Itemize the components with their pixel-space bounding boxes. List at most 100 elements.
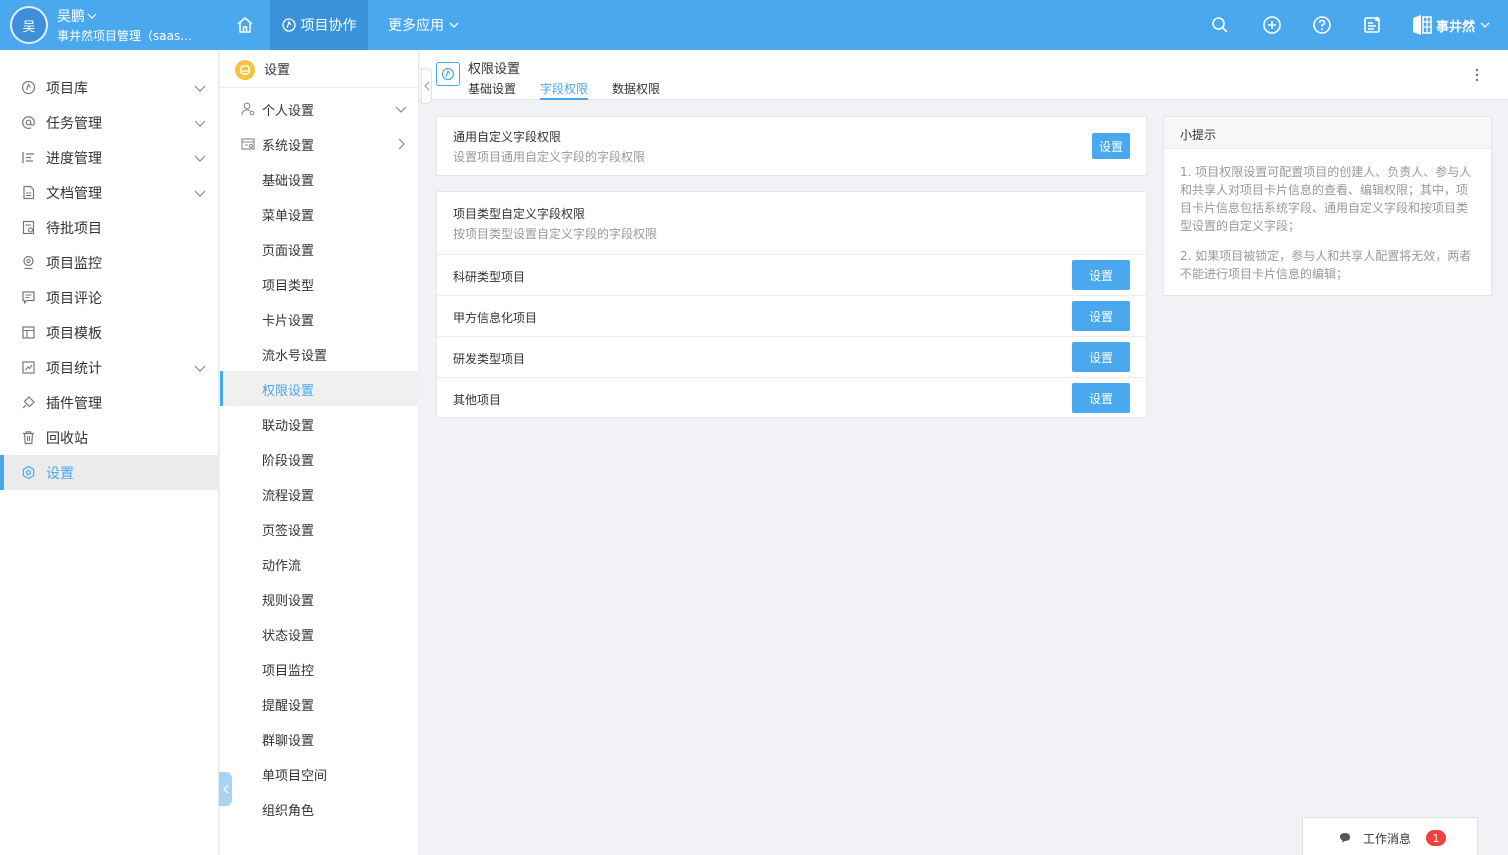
nav-project-collab[interactable]: 项目协作 bbox=[270, 0, 368, 50]
sidebar-item-label: 插件管理 bbox=[46, 395, 102, 412]
tab-basic-settings[interactable]: 基础设置 bbox=[468, 80, 516, 100]
card-description: 设置项目通用自定义字段的字段权限 bbox=[453, 150, 646, 164]
sidebar-item-pending-approval[interactable]: 待批项目 bbox=[0, 210, 219, 245]
submenu-item-card[interactable]: 卡片设置 bbox=[220, 301, 419, 336]
brand-name: 事井然 bbox=[1436, 19, 1476, 35]
search-icon[interactable] bbox=[1210, 15, 1230, 35]
sidebar-item-trash[interactable]: 回收站 bbox=[0, 420, 219, 455]
submenu-item-rules[interactable]: 规则设置 bbox=[220, 581, 419, 616]
submenu-item-tabs[interactable]: 页签设置 bbox=[220, 511, 419, 546]
document-icon bbox=[23, 185, 35, 200]
sidebar-collapse-handle[interactable] bbox=[219, 772, 232, 806]
list-item: 其他项目 设置 bbox=[437, 377, 1146, 418]
submenu-item-permissions[interactable]: 权限设置 bbox=[220, 371, 419, 406]
type-setting-button[interactable]: 设置 bbox=[1072, 342, 1130, 372]
project-type-label: 研发类型项目 bbox=[453, 352, 526, 366]
submenu-item-status[interactable]: 状态设置 bbox=[220, 616, 419, 651]
sidebar-item-progress[interactable]: 进度管理 bbox=[0, 140, 219, 175]
sidebar-item-plugins[interactable]: 插件管理 bbox=[0, 385, 219, 420]
sidebar-item-templates[interactable]: 项目模板 bbox=[0, 315, 219, 350]
submenu-item-label: 页签设置 bbox=[262, 524, 315, 539]
submenu-item-linkage[interactable]: 联动设置 bbox=[220, 406, 419, 441]
nav-home[interactable] bbox=[222, 0, 268, 50]
submenu-item-page[interactable]: 页面设置 bbox=[220, 231, 419, 266]
work-messages-button[interactable]: 工作消息 1 bbox=[1302, 817, 1478, 855]
general-field-permission-card: 通用自定义字段权限 设置项目通用自定义字段的字段权限 设置 bbox=[436, 116, 1147, 176]
workspace-name[interactable]: 事井然项目管理（saas... bbox=[57, 27, 197, 44]
sidebar-item-settings[interactable]: 设置 bbox=[0, 455, 219, 490]
type-setting-button[interactable]: 设置 bbox=[1072, 301, 1130, 331]
tab-field-permissions[interactable]: 字段权限 bbox=[540, 80, 589, 100]
list-item: 研发类型项目 设置 bbox=[437, 336, 1146, 377]
submenu-item-group-chat[interactable]: 群聊设置 bbox=[220, 721, 419, 756]
submenu-item-process[interactable]: 流程设置 bbox=[220, 476, 419, 511]
submenu-item-label: 组织角色 bbox=[262, 804, 315, 819]
user-settings-icon bbox=[241, 102, 255, 116]
submenu-item-project-space[interactable]: 单项目空间 bbox=[220, 756, 419, 791]
avatar[interactable]: 吴 bbox=[10, 6, 48, 44]
progress-icon bbox=[22, 152, 34, 163]
sidebar-item-label: 任务管理 bbox=[46, 115, 102, 132]
sidebar-item-label: 项目评论 bbox=[46, 290, 102, 307]
submenu-item-label: 权限设置 bbox=[262, 384, 315, 399]
template-icon bbox=[22, 326, 35, 339]
notice-icon[interactable] bbox=[1362, 15, 1382, 35]
card-title: 通用自定义字段权限 bbox=[453, 130, 562, 144]
submenu-group-personal[interactable]: 个人设置 bbox=[220, 91, 419, 126]
general-setting-button[interactable]: 设置 bbox=[1092, 133, 1130, 159]
submenu-item-label: 单项目空间 bbox=[262, 769, 328, 784]
project-library-icon bbox=[21, 80, 36, 95]
submenu-item-label: 联动设置 bbox=[262, 419, 315, 434]
tip-text: 1. 项目权限设置可配置项目的创建人、负责人、参与人和共享人对项目卡片信息的查看… bbox=[1180, 165, 1472, 233]
submenu-item-reminder[interactable]: 提醒设置 bbox=[220, 686, 419, 721]
at-icon bbox=[22, 116, 35, 129]
type-setting-button[interactable]: 设置 bbox=[1072, 383, 1130, 413]
settings-app-icon bbox=[235, 60, 255, 80]
page-title: 权限设置 bbox=[468, 62, 521, 77]
submenu-item-label: 规则设置 bbox=[262, 594, 315, 609]
submenu-item-project-type[interactable]: 项目类型 bbox=[220, 266, 419, 301]
more-vertical-icon[interactable] bbox=[1472, 68, 1482, 82]
submenu-item-label: 项目类型 bbox=[262, 279, 315, 294]
sidebar-item-project-library[interactable]: 项目库 bbox=[0, 70, 219, 105]
submenu-item-stage[interactable]: 阶段设置 bbox=[220, 441, 419, 476]
chevron-down-icon bbox=[449, 22, 459, 28]
help-icon[interactable] bbox=[1312, 15, 1332, 35]
tips-panel: 小提示 1. 项目权限设置可配置项目的创建人、负责人、参与人和共享人对项目卡片信… bbox=[1163, 116, 1492, 296]
submenu-item-org-roles[interactable]: 组织角色 bbox=[220, 791, 419, 826]
sidebar-item-statistics[interactable]: 项目统计 bbox=[0, 350, 219, 385]
sidebar-item-label: 设置 bbox=[46, 465, 74, 482]
message-icon bbox=[1340, 833, 1350, 843]
submenu-collapse-toggle[interactable] bbox=[421, 68, 432, 104]
submenu-group-label: 个人设置 bbox=[262, 104, 315, 119]
submenu-title: 设置 bbox=[264, 63, 291, 78]
sidebar-item-tasks[interactable]: 任务管理 bbox=[0, 105, 219, 140]
submenu-item-label: 群聊设置 bbox=[262, 734, 315, 749]
sidebar-item-comments[interactable]: 项目评论 bbox=[0, 280, 219, 315]
user-menu[interactable]: 吴鹏 bbox=[57, 6, 97, 26]
submenu-item-monitor[interactable]: 项目监控 bbox=[220, 651, 419, 686]
sidebar-item-label: 进度管理 bbox=[46, 150, 102, 167]
add-circle-icon[interactable] bbox=[1262, 15, 1282, 35]
brand-logo-icon bbox=[1413, 15, 1432, 35]
brand-switcher[interactable]: 事井然 bbox=[1412, 13, 1491, 37]
tips-title: 小提示 bbox=[1180, 128, 1217, 142]
tab-data-permissions[interactable]: 数据权限 bbox=[612, 80, 660, 100]
submenu-item-label: 基础设置 bbox=[262, 174, 315, 189]
chevron-down-icon bbox=[87, 13, 97, 19]
submenu-item-serial[interactable]: 流水号设置 bbox=[220, 336, 419, 371]
sidebar-item-documents[interactable]: 文档管理 bbox=[0, 175, 219, 210]
submenu-header: 设置 bbox=[220, 50, 419, 88]
submenu-item-action-flow[interactable]: 动作流 bbox=[220, 546, 419, 581]
submenu-item-menu[interactable]: 菜单设置 bbox=[220, 196, 419, 231]
sidebar-item-monitor[interactable]: 项目监控 bbox=[0, 245, 219, 280]
chevron-left-icon bbox=[222, 784, 228, 794]
submenu-item-label: 流水号设置 bbox=[262, 349, 328, 364]
chevron-down-icon bbox=[194, 155, 206, 162]
chevron-down-icon bbox=[395, 106, 407, 113]
submenu-group-system[interactable]: 系统设置 bbox=[220, 126, 419, 161]
submenu-item-basic[interactable]: 基础设置 bbox=[220, 161, 419, 196]
submenu-item-label: 菜单设置 bbox=[262, 209, 315, 224]
nav-more-apps[interactable]: 更多应用 bbox=[378, 0, 470, 50]
type-setting-button[interactable]: 设置 bbox=[1072, 260, 1130, 290]
